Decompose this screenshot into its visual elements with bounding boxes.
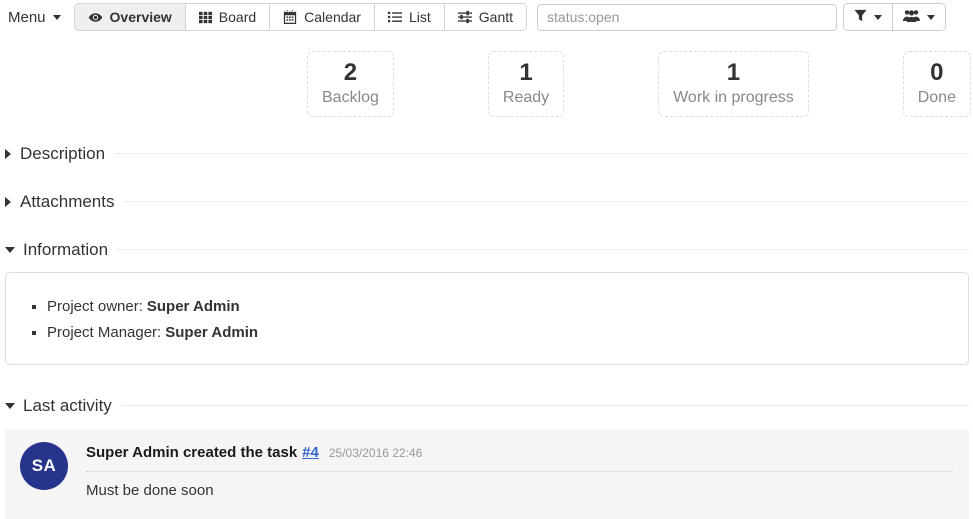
tab-label: List	[409, 9, 431, 25]
tab-list[interactable]: List	[375, 4, 445, 30]
stat-count: 2	[322, 59, 379, 88]
activity-item: SA Super Admin created the task #4 25/03/2…	[5, 430, 969, 519]
stat-box-backlog: 2 Backlog	[307, 51, 394, 117]
section-rule	[114, 153, 969, 154]
tab-label: Overview	[110, 9, 172, 25]
info-value: Super Admin	[147, 298, 240, 315]
chevron-down-icon	[927, 15, 935, 20]
board-grid-icon	[199, 11, 212, 24]
activity-date: 25/03/2016 22:46	[329, 446, 422, 460]
info-item-project-manager: Project Manager:Super Admin	[47, 320, 953, 346]
section-header-attachments[interactable]: Attachments	[5, 192, 969, 212]
avatar: SA	[20, 442, 68, 490]
sliders-icon	[458, 10, 472, 24]
filter-button-group	[843, 3, 946, 31]
stat-count: 1	[673, 59, 794, 88]
section-header-last-activity[interactable]: Last activity	[5, 396, 969, 416]
activity-content: Super Admin created the task #4 25/03/2016…	[86, 442, 954, 499]
stat-label: Ready	[503, 89, 549, 107]
tab-overview[interactable]: Overview	[75, 4, 186, 30]
section-rule	[124, 201, 970, 202]
activity-title: Super Admin created the task #4 25/03/2016…	[86, 444, 954, 472]
filter-dropdown-button[interactable]	[844, 4, 893, 30]
tab-label: Gantt	[479, 9, 513, 25]
tab-board[interactable]: Board	[186, 4, 270, 30]
search-input[interactable]	[537, 4, 837, 31]
menu-dropdown[interactable]: Menu	[8, 9, 61, 26]
users-icon	[903, 9, 920, 26]
tab-label: Calendar	[304, 9, 361, 25]
triangle-down-icon	[5, 403, 15, 409]
stat-count: 0	[918, 59, 956, 88]
activity-comment: Must be done soon	[86, 482, 954, 499]
section-title: Description	[20, 144, 105, 164]
triangle-down-icon	[5, 247, 15, 253]
eye-icon	[88, 10, 103, 25]
stat-box-done: 0 Done	[903, 51, 971, 117]
filter-funnel-icon	[854, 9, 867, 25]
view-switcher: Overview Board Calendar List Gantt	[74, 3, 528, 31]
triangle-right-icon	[5, 197, 11, 207]
section-title: Information	[23, 240, 108, 260]
calendar-icon	[283, 10, 297, 24]
info-label: Project Manager:	[47, 324, 161, 341]
chevron-down-icon	[874, 15, 882, 20]
chevron-down-icon	[53, 15, 61, 20]
stat-label: Done	[918, 89, 956, 107]
section-rule	[117, 249, 969, 250]
tab-gantt[interactable]: Gantt	[445, 4, 526, 30]
stat-box-ready: 1 Ready	[488, 51, 564, 117]
tab-calendar[interactable]: Calendar	[270, 4, 375, 30]
users-filter-dropdown-button[interactable]	[893, 4, 945, 30]
accordion-sections: Description Attachments Information Proj…	[0, 144, 973, 519]
menu-label: Menu	[8, 9, 46, 26]
information-list: Project owner:Super Admin Project Manage…	[21, 294, 953, 346]
section-header-description[interactable]: Description	[5, 144, 969, 164]
toolbar: Menu Overview Board Calendar List	[0, 0, 973, 31]
section-header-information[interactable]: Information	[5, 240, 969, 260]
avatar-initials: SA	[32, 456, 57, 476]
stat-box-work-in-progress: 1 Work in progress	[658, 51, 809, 117]
info-item-project-owner: Project owner:Super Admin	[47, 294, 953, 320]
section-rule	[121, 405, 969, 406]
stat-count: 1	[503, 59, 549, 88]
activity-title-text: Super Admin created the task	[86, 444, 297, 461]
column-stats-row: 2 Backlog 1 Ready 1 Work in progress 0 D…	[307, 51, 971, 117]
stat-label: Backlog	[322, 89, 379, 107]
triangle-right-icon	[5, 149, 11, 159]
tab-label: Board	[219, 9, 256, 25]
section-title: Attachments	[20, 192, 115, 212]
info-label: Project owner:	[47, 298, 143, 315]
list-icon	[388, 10, 402, 24]
information-panel: Project owner:Super Admin Project Manage…	[5, 272, 969, 365]
task-link[interactable]: #4	[302, 444, 319, 461]
info-value: Super Admin	[165, 324, 258, 341]
stat-label: Work in progress	[673, 89, 794, 107]
section-title: Last activity	[23, 396, 112, 416]
